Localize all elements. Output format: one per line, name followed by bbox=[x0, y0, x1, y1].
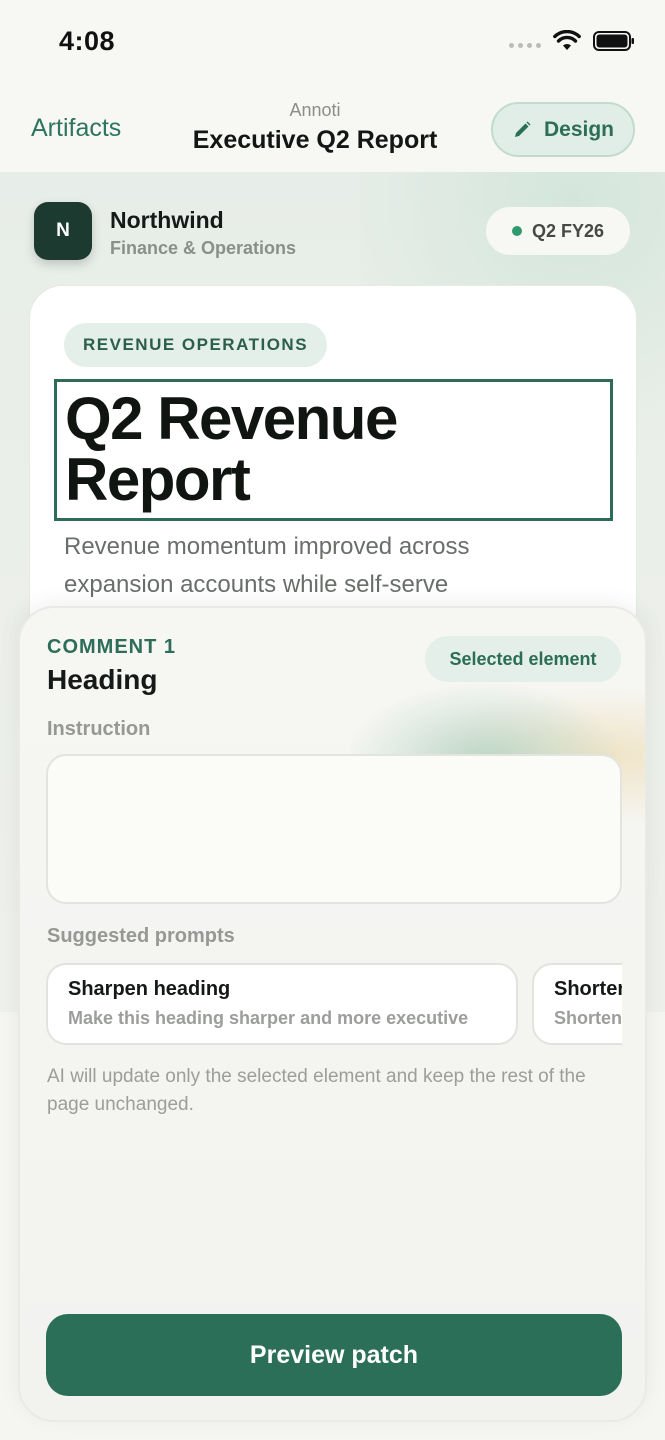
preview-patch-button[interactable]: Preview patch bbox=[46, 1314, 622, 1396]
status-dot-icon bbox=[511, 226, 522, 236]
report-heading[interactable]: Q2 Revenue Report bbox=[65, 388, 585, 510]
selected-element-badge: Selected element bbox=[425, 636, 621, 682]
prompt-title: Sharpen heading bbox=[68, 978, 231, 1000]
design-button[interactable]: Design bbox=[491, 102, 635, 157]
selected-heading-outline[interactable]: Q2 Revenue Report bbox=[54, 379, 613, 521]
status-icons bbox=[509, 30, 635, 52]
design-button-label: Design bbox=[543, 117, 614, 141]
cellular-signal-icon bbox=[509, 42, 541, 48]
instruction-input[interactable] bbox=[46, 754, 622, 904]
org-subtitle: Finance & Operations bbox=[110, 238, 297, 258]
disclaimer-text: AI will update only the selected element… bbox=[47, 1066, 586, 1115]
status-time: 4:08 bbox=[59, 26, 116, 56]
report-card: REVENUE OPERATIONS Q2 Revenue Report Rev… bbox=[29, 285, 637, 645]
comment-label: COMMENT 1 bbox=[47, 636, 176, 658]
prompt-description: Shorten bbox=[554, 1008, 622, 1028]
instruction-label: Instruction bbox=[47, 718, 151, 740]
battery-icon bbox=[593, 31, 634, 51]
period-badge: Q2 FY26 bbox=[486, 207, 630, 255]
prompt-title: Shorten bbox=[554, 978, 622, 1000]
nav-bar: Artifacts Annoti Executive Q2 Report Des… bbox=[0, 86, 665, 172]
status-bar: 4:08 bbox=[0, 0, 665, 86]
org-logo: N bbox=[34, 202, 92, 260]
prompt-card-sharpen[interactable]: Sharpen heading Make this heading sharpe… bbox=[46, 963, 518, 1045]
wifi-icon bbox=[553, 30, 581, 50]
section-pill: REVENUE OPERATIONS bbox=[64, 323, 328, 367]
report-summary: Revenue momentum improved across expansi… bbox=[64, 533, 470, 598]
period-label: Q2 FY26 bbox=[531, 220, 605, 241]
suggested-prompts-row[interactable]: Sharpen heading Make this heading sharpe… bbox=[46, 963, 622, 1047]
comment-sheet: COMMENT 1 Heading Selected element Instr… bbox=[18, 606, 647, 1422]
prompt-description: Make this heading sharper and more execu… bbox=[68, 1008, 469, 1028]
suggested-prompts-label: Suggested prompts bbox=[47, 925, 235, 947]
comment-element-name: Heading bbox=[47, 664, 158, 695]
pencil-icon bbox=[514, 121, 531, 137]
org-name: Northwind bbox=[110, 207, 224, 233]
prompt-card-shorten[interactable]: Shorten Shorten bbox=[532, 963, 622, 1045]
